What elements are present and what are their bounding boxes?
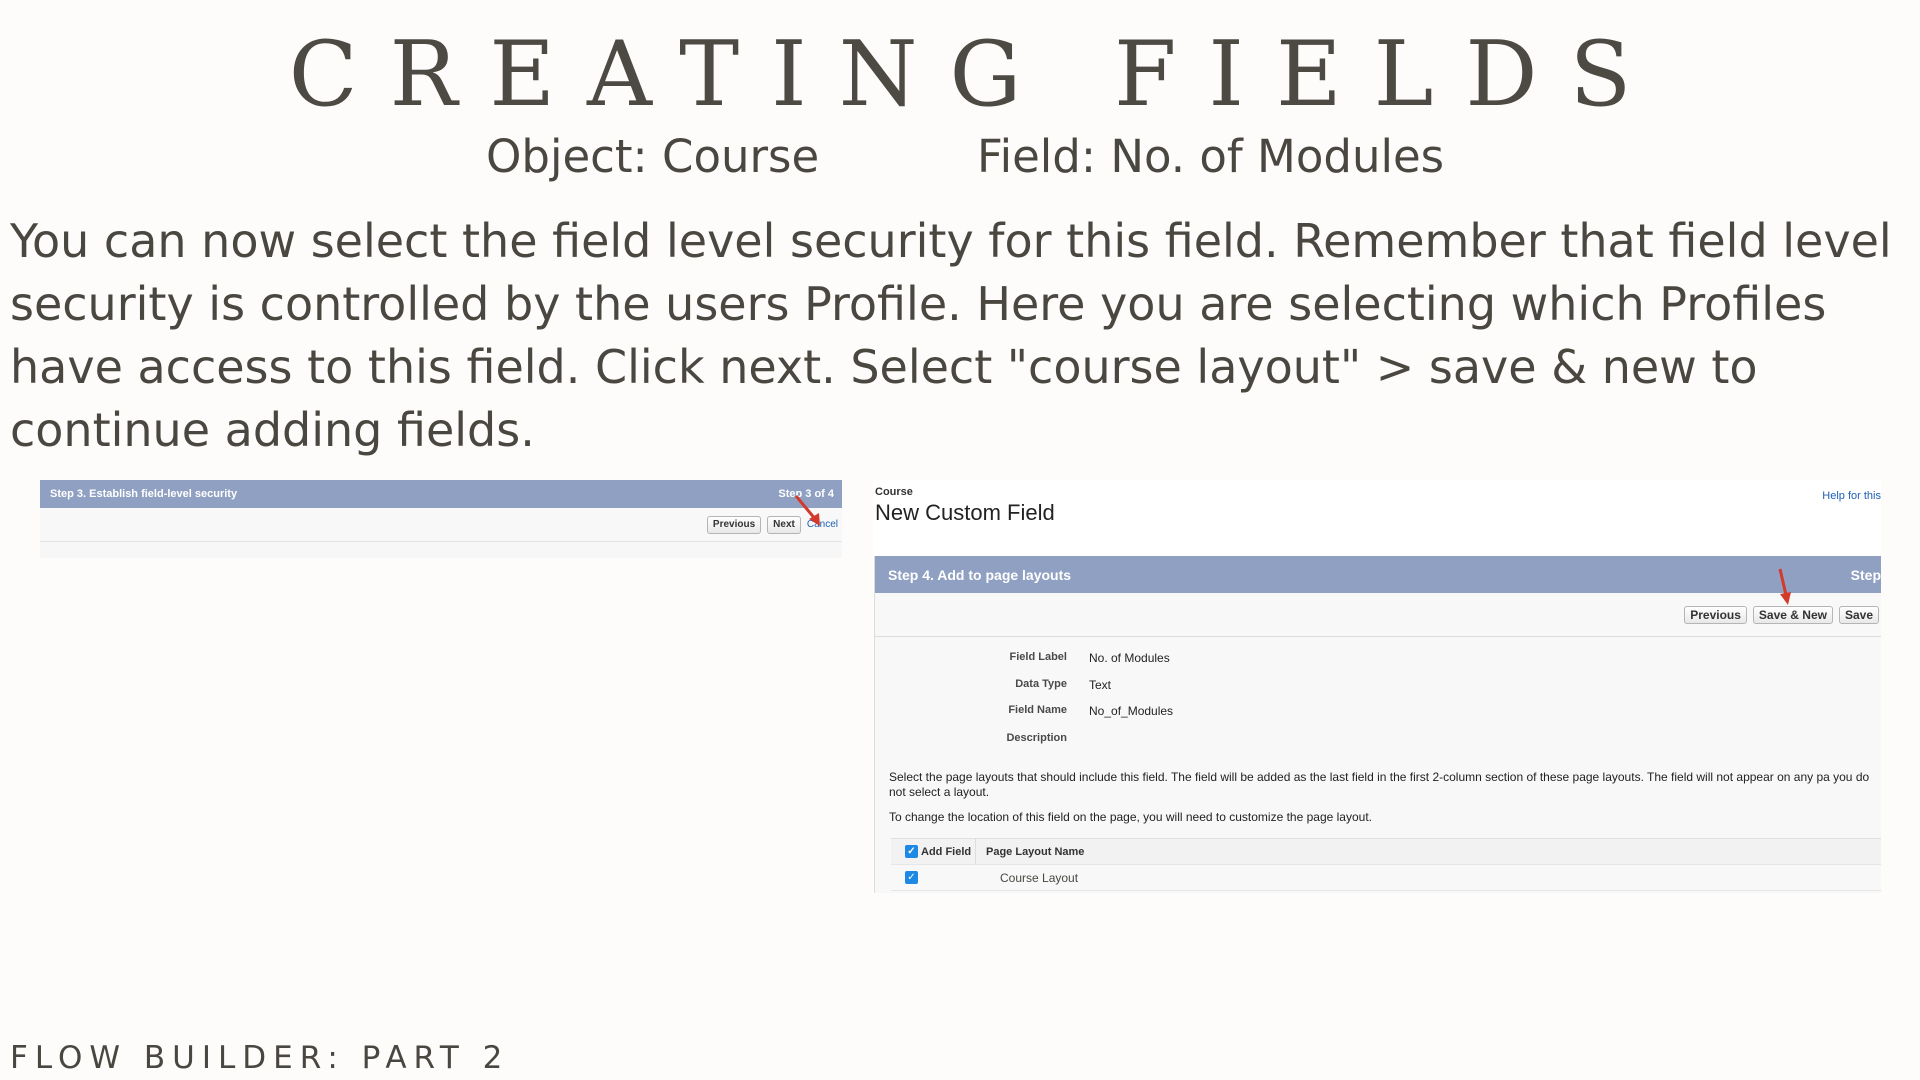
step4-header-bar: Step 4. Add to page layouts Step: [875, 556, 1881, 593]
arrow-icon: [1778, 568, 1791, 605]
instructions-paragraph: You can now select the field level secur…: [10, 214, 1892, 457]
layout-instructions: Select the page layouts that should incl…: [889, 770, 1870, 799]
field-subtitle: Field: No. of Modules: [977, 130, 1445, 183]
data-type-value: Text: [1089, 678, 1112, 692]
data-type-row: Data Type Text: [875, 678, 1475, 692]
layout-instructions-2: To change the location of this field on …: [889, 810, 1372, 824]
table-header-row: ✓ Add Field Page Layout Name: [891, 839, 1881, 865]
step4-button-row: Previous Save & New Save: [875, 593, 1881, 637]
field-label-row: Field Label No. of Modules: [875, 651, 1475, 665]
add-field-header: Add Field: [921, 845, 972, 858]
course-layout-name: Course Layout: [1000, 870, 1079, 885]
field-name-value: No_of_Modules: [1089, 704, 1174, 718]
page-title: CREATING FIELDS: [288, 22, 1664, 127]
field-name-key: Field Name: [1008, 704, 1067, 716]
previous-button[interactable]: Previous: [706, 515, 762, 534]
field-name-row: Field Name No_of_Modules: [875, 704, 1475, 718]
select-all-checkbox[interactable]: ✓: [905, 845, 918, 858]
step3-header-bar: Step 3. Establish field-level security S…: [40, 480, 842, 508]
table-row: ✓ Course Layout: [891, 865, 1881, 891]
step4-screenshot: Course New Custom Field Help for this St…: [873, 480, 1881, 893]
previous-button[interactable]: Previous: [1684, 605, 1747, 624]
help-link[interactable]: Help for this: [1822, 490, 1881, 502]
footer-label: FLOW BUILDER: PART 2: [10, 1040, 510, 1076]
arrow-icon: [794, 495, 820, 526]
step4-step-indicator: Step: [1850, 566, 1881, 583]
object-subtitle: Object: Course: [486, 130, 820, 183]
description-key: Description: [1006, 732, 1067, 744]
step3-screenshot: Step 3. Establish field-level security S…: [40, 480, 842, 558]
description-row: Description: [875, 732, 1475, 744]
breadcrumb[interactable]: Course: [875, 486, 913, 498]
field-label-value: No. of Modules: [1089, 651, 1170, 665]
page-layout-name-header: Page Layout Name: [986, 845, 1085, 858]
new-custom-field-title: New Custom Field: [875, 500, 1055, 525]
save-button[interactable]: Save: [1838, 605, 1879, 624]
step3-button-row: Previous Next Cancel: [40, 508, 842, 542]
step3-header-title: Step 3. Establish field-level security: [50, 488, 238, 500]
field-label-key: Field Label: [1009, 651, 1067, 663]
data-type-key: Data Type: [1015, 678, 1067, 690]
step4-header-title: Step 4. Add to page layouts: [888, 566, 1072, 583]
page-layout-table: ✓ Add Field Page Layout Name ✓ Course Lay…: [891, 838, 1881, 891]
course-layout-checkbox[interactable]: ✓: [905, 871, 918, 884]
